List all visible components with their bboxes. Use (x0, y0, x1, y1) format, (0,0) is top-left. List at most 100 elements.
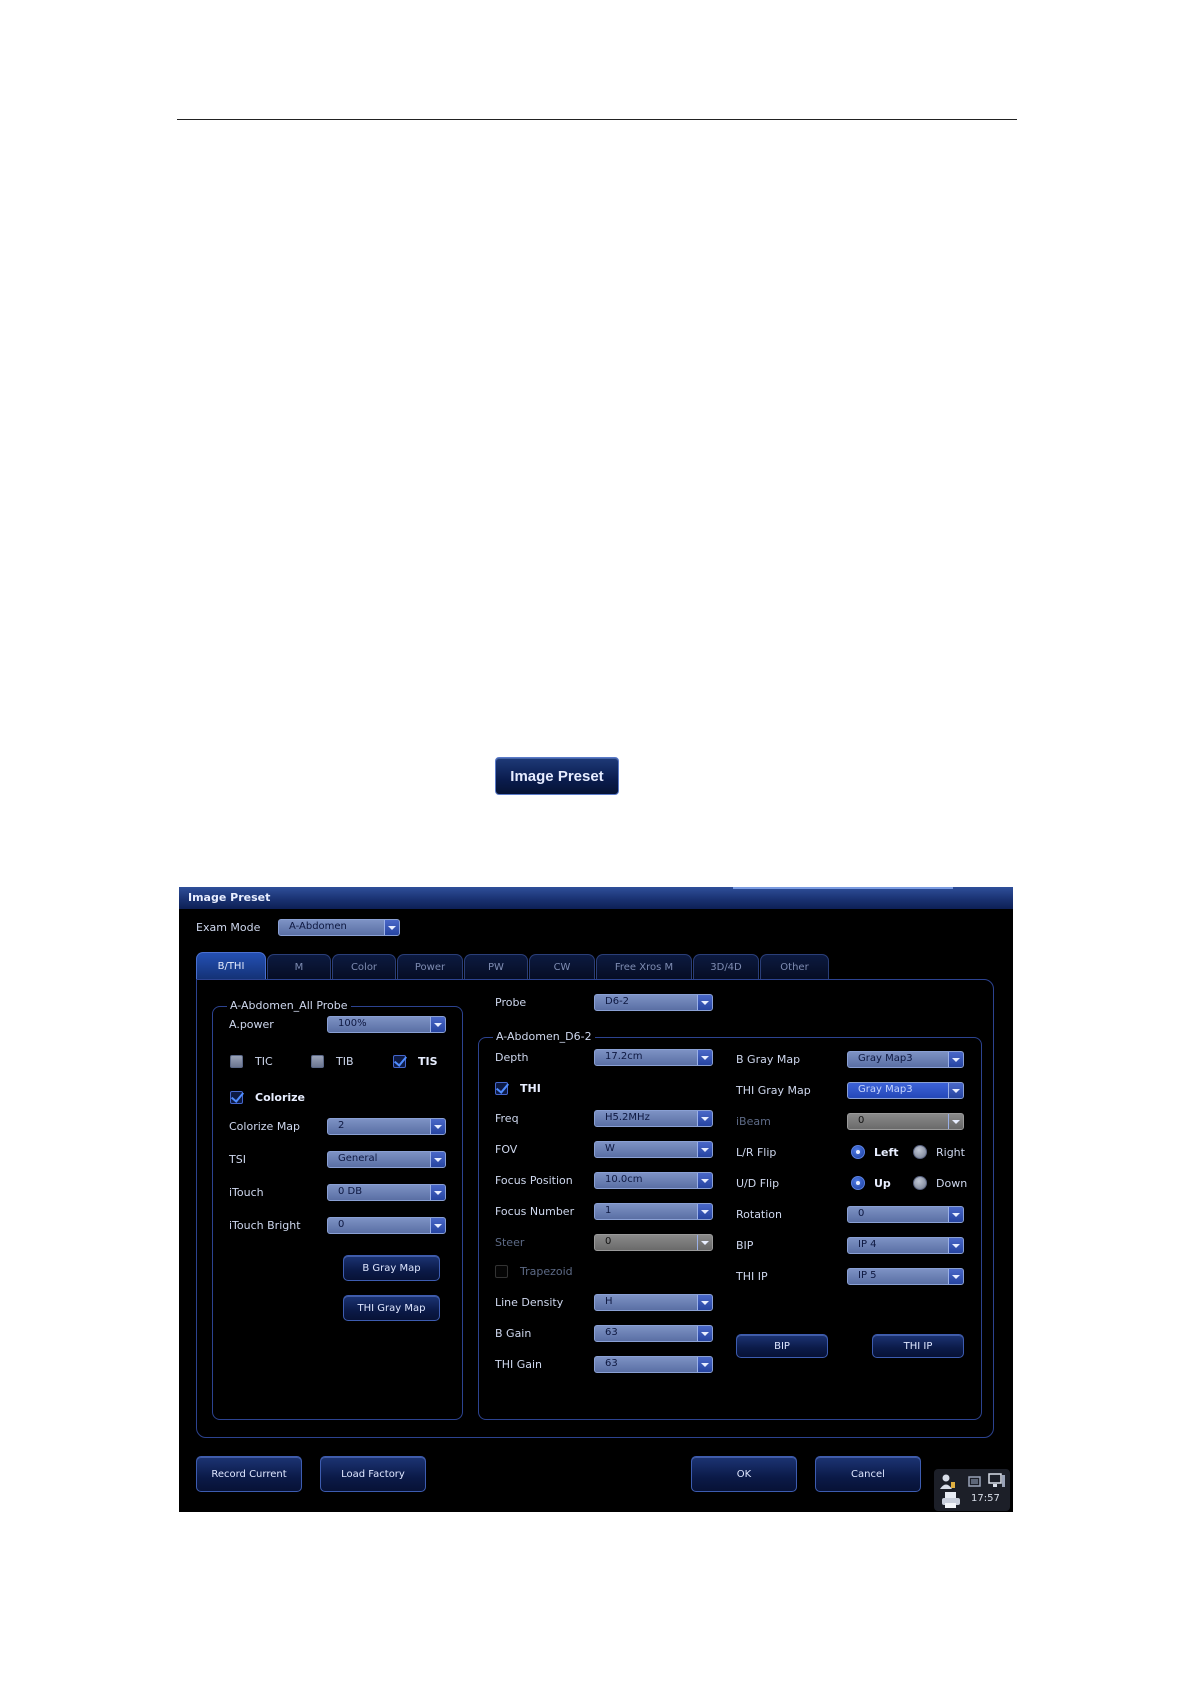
thi-gray-map-button[interactable]: THI Gray Map (343, 1295, 440, 1321)
ud-flip-up-radio[interactable] (851, 1176, 865, 1190)
chevron-down-icon (948, 1083, 963, 1098)
user-icon[interactable] (939, 1473, 957, 1491)
clock-time: 17:57 (971, 1493, 1000, 1504)
bip-select[interactable]: IP 4 (847, 1237, 964, 1254)
fov-value: W (605, 1143, 615, 1154)
colorize-map-label: Colorize Map (229, 1120, 301, 1133)
b-gray-map-button[interactable]: B Gray Map (343, 1255, 440, 1281)
steer-value: 0 (605, 1236, 612, 1247)
tab-pw[interactable]: PW (464, 954, 528, 979)
chevron-down-icon (430, 1218, 445, 1233)
dialog-title: Image Preset (188, 891, 271, 904)
tis-checkbox[interactable] (393, 1055, 406, 1068)
tab-cw[interactable]: CW (529, 954, 595, 979)
itouch-bright-label: iTouch Bright (229, 1219, 301, 1232)
apower-select[interactable]: 100% (327, 1016, 446, 1033)
tab-b-thi[interactable]: B/THI (196, 952, 266, 979)
lr-flip-right-radio[interactable] (913, 1145, 927, 1159)
tsi-select[interactable]: General (327, 1151, 446, 1168)
b-gray-map-select[interactable]: Gray Map3 (847, 1051, 964, 1068)
colorize-map-value: 2 (338, 1120, 345, 1131)
b-gain-select[interactable]: 63 (594, 1325, 713, 1342)
colorize-checkbox[interactable] (230, 1091, 243, 1104)
tab-other[interactable]: Other (760, 954, 829, 979)
ok-button[interactable]: OK (691, 1456, 797, 1492)
itouch-value: 0 DB (338, 1186, 363, 1197)
tic-label: TIC (255, 1055, 273, 1068)
depth-value: 17.2cm (605, 1051, 643, 1062)
line-density-select[interactable]: H (594, 1294, 713, 1311)
steer-select: 0 (594, 1234, 713, 1251)
cancel-button[interactable]: Cancel (815, 1456, 921, 1492)
focus-position-select[interactable]: 10.0cm (594, 1172, 713, 1189)
depth-label: Depth (495, 1051, 529, 1064)
ud-flip-up-label: Up (874, 1177, 891, 1190)
focus-position-label: Focus Position (495, 1174, 573, 1187)
tab-color[interactable]: Color (332, 954, 396, 979)
colorize-map-select[interactable]: 2 (327, 1118, 446, 1135)
itouch-select[interactable]: 0 DB (327, 1184, 446, 1201)
network-icon[interactable] (967, 1474, 983, 1490)
thi-gain-select[interactable]: 63 (594, 1356, 713, 1373)
chevron-down-icon (697, 1295, 712, 1310)
exam-mode-select[interactable]: A-Abdomen (278, 919, 400, 936)
chevron-down-icon (948, 1269, 963, 1284)
colorize-label: Colorize (255, 1091, 306, 1104)
fov-select[interactable]: W (594, 1141, 713, 1158)
tib-checkbox[interactable] (311, 1055, 324, 1068)
chevron-down-icon (697, 1357, 712, 1372)
tis-label: TIS (418, 1055, 438, 1068)
rotation-select[interactable]: 0 (847, 1206, 964, 1223)
tsi-label: TSI (229, 1153, 246, 1166)
image-preset-button[interactable]: Image Preset (495, 757, 619, 795)
bip-button[interactable]: BIP (736, 1334, 828, 1358)
record-current-button[interactable]: Record Current (196, 1456, 302, 1492)
thi-checkbox[interactable] (495, 1082, 508, 1095)
probe-label: Probe (495, 996, 527, 1009)
itouch-bright-select[interactable]: 0 (327, 1217, 446, 1234)
chevron-down-icon (948, 1238, 963, 1253)
tab-free-xros-m[interactable]: Free Xros M (596, 954, 692, 979)
apower-value: 100% (338, 1018, 367, 1029)
tab-3d-4d[interactable]: 3D/4D (693, 954, 759, 979)
tab-power[interactable]: Power (397, 954, 463, 979)
thi-ip-select[interactable]: IP 5 (847, 1268, 964, 1285)
tib-label: TIB (336, 1055, 354, 1068)
focus-position-value: 10.0cm (605, 1174, 643, 1185)
lr-flip-left-radio[interactable] (851, 1145, 865, 1159)
thi-ip-button[interactable]: THI IP (872, 1334, 964, 1358)
chevron-down-icon (697, 995, 712, 1010)
line-density-label: Line Density (495, 1296, 564, 1309)
probe-specific-legend: A-Abdomen_D6-2 (493, 1030, 595, 1043)
ibeam-label: iBeam (736, 1115, 771, 1128)
focus-number-value: 1 (605, 1205, 612, 1216)
exam-mode-label: Exam Mode (196, 921, 261, 934)
line-density-value: H (605, 1296, 613, 1307)
depth-select[interactable]: 17.2cm (594, 1049, 713, 1066)
bip-value: IP 4 (858, 1239, 877, 1250)
header-rule (177, 119, 1017, 120)
thi-gray-map-select[interactable]: Gray Map3 (847, 1082, 964, 1099)
freq-select[interactable]: H5.2MHz (594, 1110, 713, 1127)
probe-all-legend: A-Abdomen_All Probe (227, 999, 351, 1012)
tab-m[interactable]: M (267, 954, 331, 979)
load-factory-button[interactable]: Load Factory (320, 1456, 426, 1492)
thi-gain-value: 63 (605, 1358, 618, 1369)
rotation-value: 0 (858, 1208, 865, 1219)
chevron-down-icon (430, 1185, 445, 1200)
ud-flip-down-radio[interactable] (913, 1176, 927, 1190)
focus-number-select[interactable]: 1 (594, 1203, 713, 1220)
monitor-icon[interactable] (988, 1473, 1006, 1489)
tic-checkbox[interactable] (230, 1055, 243, 1068)
printer-icon[interactable] (941, 1491, 961, 1509)
image-preset-dialog: Image Preset Exam Mode A-Abdomen B/THI M… (179, 887, 1013, 1512)
chevron-down-icon (430, 1119, 445, 1134)
ibeam-select: 0 (847, 1113, 964, 1130)
freq-label: Freq (495, 1112, 519, 1125)
chevron-down-icon (948, 1207, 963, 1222)
dialog-titlebar: Image Preset (179, 887, 1013, 909)
focus-number-label: Focus Number (495, 1205, 575, 1218)
thi-ip-value: IP 5 (858, 1270, 877, 1281)
thi-gain-label: THI Gain (495, 1358, 543, 1371)
probe-select[interactable]: D6-2 (594, 994, 713, 1011)
